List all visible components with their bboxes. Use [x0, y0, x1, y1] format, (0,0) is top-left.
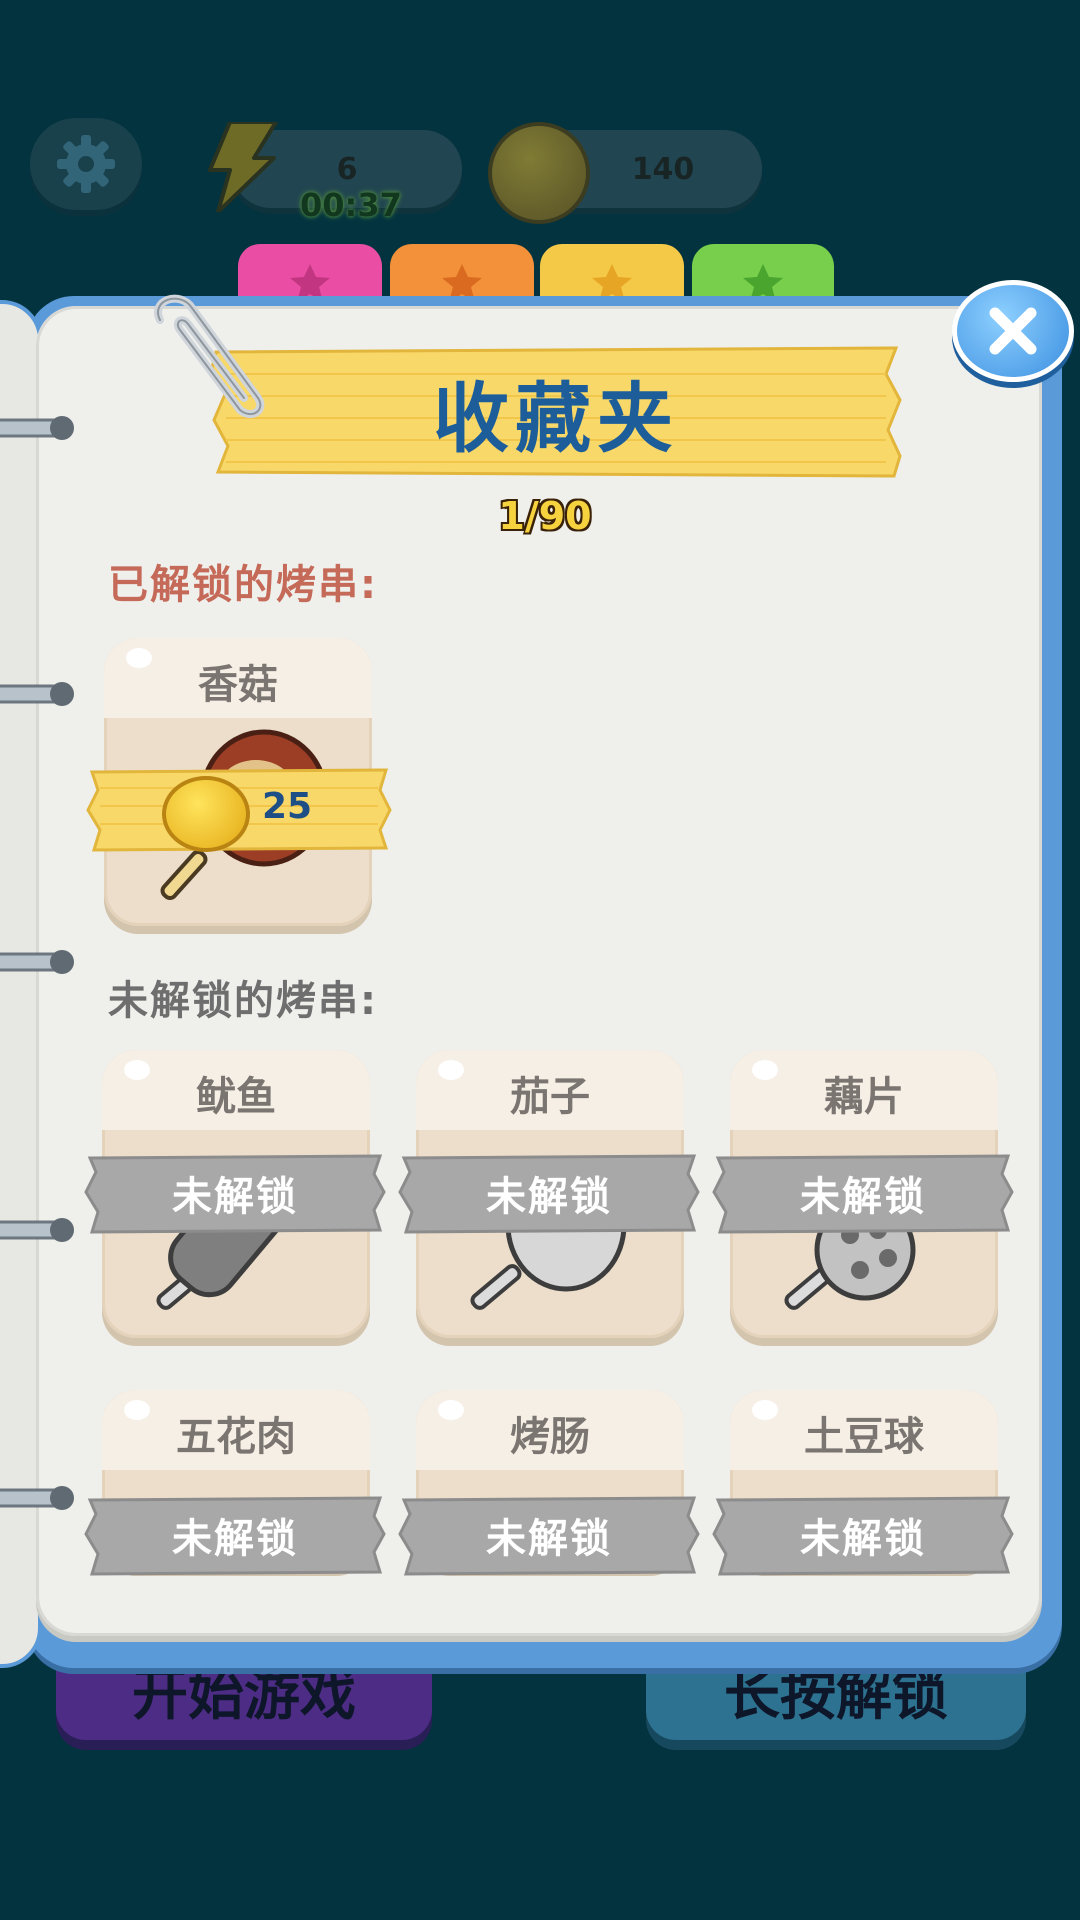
- page-title: 收藏夹: [433, 374, 679, 463]
- close-button[interactable]: [952, 280, 1074, 382]
- unlocked-heading: 已解锁的烤串:: [108, 562, 378, 608]
- skewer-price: 25: [262, 786, 313, 827]
- locked-label: 未解锁: [486, 1174, 612, 1220]
- close-icon: [989, 307, 1037, 355]
- skewer-name: 茄子: [510, 1074, 590, 1120]
- locked-label: 未解锁: [172, 1516, 298, 1562]
- gear-icon: [57, 135, 115, 193]
- locked-heading: 未解锁的烤串:: [108, 978, 378, 1024]
- binder-ring-icon: [0, 950, 74, 974]
- skewer-name: 烤肠: [510, 1414, 590, 1460]
- locked-label: 未解锁: [800, 1174, 926, 1220]
- coin-value: 140: [631, 151, 695, 187]
- binder-ring-icon: [0, 1486, 74, 1510]
- energy-value: 6: [336, 151, 358, 187]
- locked-label: 未解锁: [486, 1516, 612, 1562]
- skewer-name: 香菇: [198, 662, 278, 708]
- collection-counter: 1/90: [498, 494, 592, 538]
- skewer-name: 土豆球: [804, 1414, 924, 1460]
- skewer-name: 藕片: [824, 1074, 904, 1120]
- locked-label: 未解锁: [172, 1174, 298, 1220]
- binder-ring-icon: [0, 416, 74, 440]
- energy-timer: 00:37: [300, 186, 402, 224]
- skewer-name: 五花肉: [176, 1414, 296, 1460]
- coin-icon: [162, 776, 250, 852]
- locked-label: 未解锁: [800, 1516, 926, 1562]
- settings-button[interactable]: [30, 118, 142, 210]
- lightning-icon: [208, 122, 278, 212]
- coin-icon: [488, 122, 590, 224]
- binder-ring-icon: [0, 682, 74, 706]
- skewer-name: 鱿鱼: [196, 1074, 276, 1120]
- paperclip-icon: [154, 294, 265, 419]
- binder-ring-icon: [0, 1218, 74, 1242]
